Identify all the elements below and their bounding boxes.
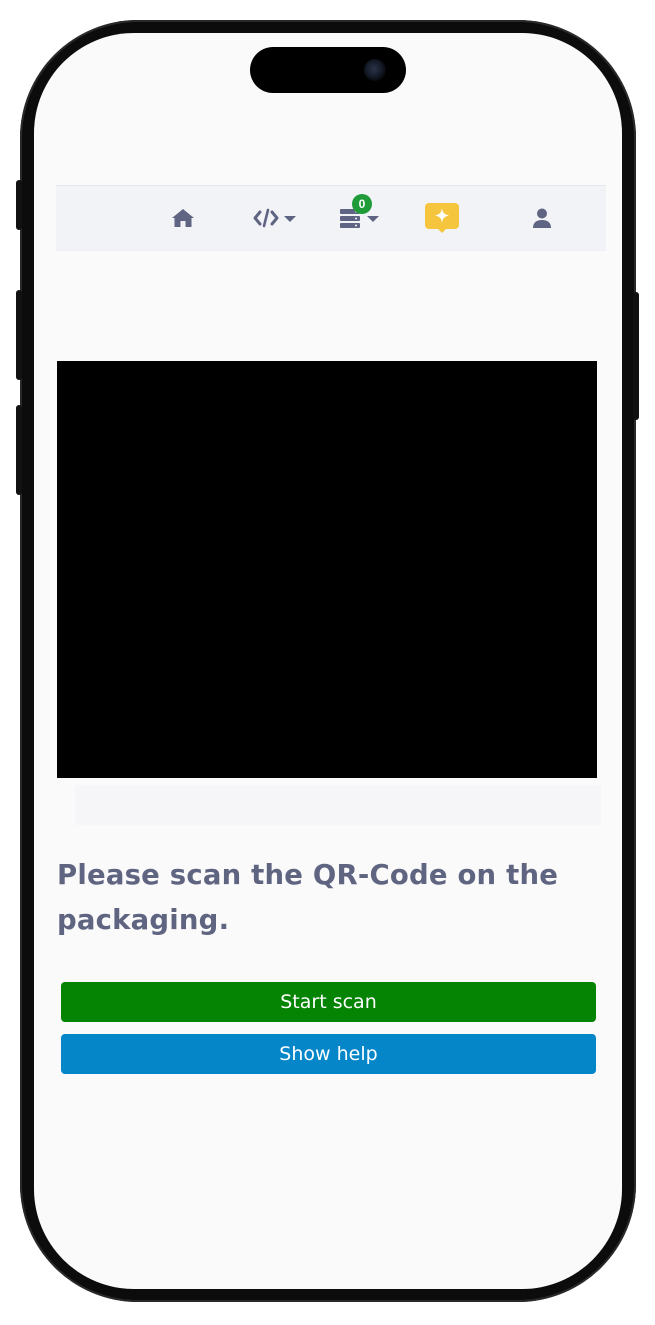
chevron-down-icon [283,216,296,222]
volume-down-button [16,405,22,495]
code-icon [253,208,278,228]
front-camera [364,59,386,81]
sparkle-chat-icon [425,203,459,233]
chevron-down-icon [366,216,379,222]
nav-highlights[interactable] [422,186,462,250]
nav-account[interactable] [522,186,562,250]
start-scan-button[interactable]: Start scan [61,982,596,1022]
notification-badge: 0 [352,194,372,214]
top-navbar: 0 [56,185,606,251]
user-icon [533,208,551,228]
phone-screen: 0 Please scan the QR-Code on the packagi… [34,33,622,1289]
scan-instruction-text: Please scan the QR-Code on the packaging… [57,859,559,936]
nav-devices-dropdown[interactable]: 0 [332,186,384,250]
nav-home[interactable] [162,186,204,250]
qr-scanner-viewport [57,361,597,778]
scanner-status-area [75,785,601,825]
nav-code-dropdown[interactable] [242,186,306,250]
dynamic-island [250,47,406,93]
show-help-button[interactable]: Show help [61,1034,596,1074]
power-button [633,292,639,420]
action-button [16,180,22,230]
home-icon [172,209,194,227]
volume-up-button [16,290,22,380]
